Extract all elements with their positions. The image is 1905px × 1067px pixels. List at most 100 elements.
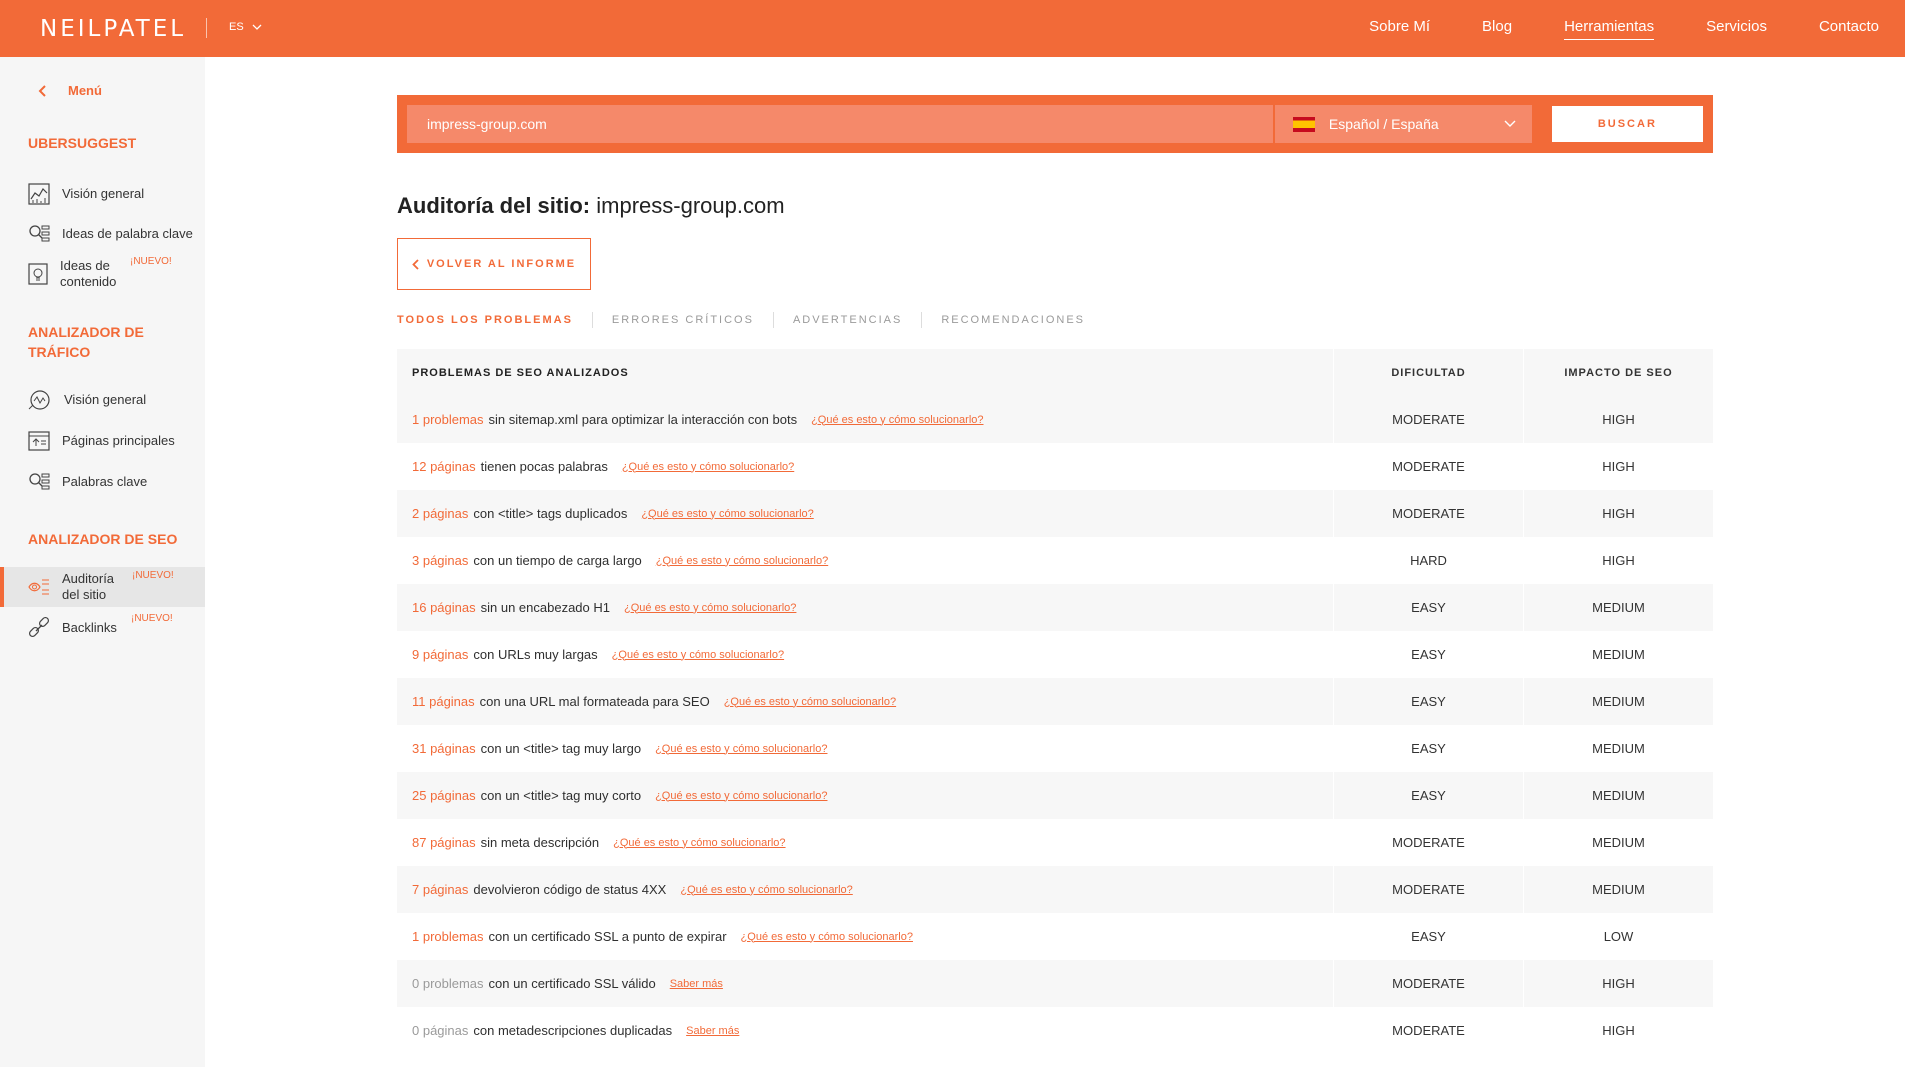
domain-search-input[interactable]	[407, 105, 1273, 143]
section-ubersuggest: UBERSUGGEST	[28, 135, 137, 151]
sidebar-item-label: Ideas de palabra clave	[62, 226, 193, 241]
issue-description: sin sitemap.xml para optimizar la intera…	[488, 412, 798, 427]
issue-count-link[interactable]: 2 páginas	[412, 506, 468, 521]
chevron-down-icon	[1504, 120, 1516, 127]
locale-label: Español / España	[1328, 116, 1439, 132]
issue-count-link[interactable]: 1 problemas	[412, 929, 484, 944]
issue-cell: 9 páginas con URLs muy largas ¿Qué es esto…	[397, 631, 1334, 678]
header-dificultad: DIFICULTAD	[1334, 349, 1524, 396]
page-title-domain: impress-group.com	[596, 193, 785, 218]
table-row: 7 páginas devolvieron código de status 4X…	[397, 866, 1713, 913]
sidebar-item-trafico-vision-general[interactable]: Visión general	[0, 385, 205, 415]
issue-count-link[interactable]: 31 páginas	[412, 741, 476, 756]
chevron-left-icon	[412, 258, 419, 270]
search-button[interactable]: Buscar	[1551, 106, 1703, 142]
issue-count-link[interactable]: 12 páginas	[412, 459, 476, 474]
locale-dropdown[interactable]: Español / España	[1274, 105, 1532, 143]
difficulty-cell: EASY	[1334, 913, 1524, 960]
issue-help-link[interactable]: ¿Qué es esto y cómo solucionarlo?	[724, 696, 896, 708]
difficulty-cell: MODERATE	[1334, 1007, 1524, 1054]
difficulty-cell: MODERATE	[1334, 866, 1524, 913]
impact-cell: HIGH	[1602, 976, 1635, 991]
issue-help-link[interactable]: Saber más	[670, 978, 723, 990]
issue-help-link[interactable]: ¿Qué es esto y cómo solucionarlo?	[741, 931, 913, 943]
language-selector[interactable]: ES	[229, 21, 262, 33]
menu-label: Menú	[68, 83, 102, 98]
issue-description: con metadescripciones duplicadas	[473, 1023, 673, 1038]
nav-servicios[interactable]: Servicios	[1706, 18, 1767, 39]
issue-cell: 2 páginas con <title> tags duplicados ¿Qué…	[397, 490, 1334, 537]
spain-flag-icon	[1292, 116, 1315, 132]
issue-cell: 0 páginas con metadescripciones duplicada…	[397, 1007, 1334, 1054]
issue-count-link[interactable]: 0 problemas	[412, 976, 484, 991]
issue-help-link[interactable]: ¿Qué es esto y cómo solucionarlo?	[612, 649, 784, 661]
sidebar-item-auditoria-sitio[interactable]: Auditoría del sitio ¡NUEVO!	[0, 567, 205, 607]
back-to-report-button[interactable]: VOLVER AL INFORME	[397, 238, 591, 290]
lang-divider	[206, 18, 207, 38]
impact-cell: HIGH	[1602, 506, 1635, 521]
table-row: 31 páginas con un <title> tag muy largo ¿Q…	[397, 725, 1713, 772]
site-audit-icon	[28, 579, 49, 595]
nav-sobre-mi[interactable]: Sobre Mí	[1369, 18, 1430, 39]
issue-count-link[interactable]: 11 páginas	[412, 694, 475, 709]
issue-description: con una URL mal formateada para SEO	[479, 694, 710, 709]
tab-recomendaciones[interactable]: RECOMENDACIONES	[921, 312, 1104, 328]
issue-description: con un certificado SSL válido	[488, 976, 656, 991]
table-row: 16 páginas sin un encabezado H1 ¿Qué es es…	[397, 584, 1713, 631]
issue-cell: 12 páginas tienen pocas palabras ¿Qué es e…	[397, 443, 1334, 490]
nav-contacto[interactable]: Contacto	[1819, 18, 1879, 39]
nav-blog[interactable]: Blog	[1482, 18, 1512, 39]
issue-help-link[interactable]: ¿Qué es esto y cómo solucionarlo?	[655, 743, 827, 755]
issue-count-link[interactable]: 9 páginas	[412, 647, 468, 662]
impact-cell: MEDIUM	[1592, 694, 1645, 709]
issue-description: tienen pocas palabras	[480, 459, 608, 474]
tab-todos-problemas[interactable]: TODOS LOS PROBLEMAS	[397, 312, 592, 328]
sidebar-item-ideas-contenido[interactable]: Ideas de contenido ¡NUEVO!	[0, 254, 205, 294]
issue-help-link[interactable]: ¿Qué es esto y cómo solucionarlo?	[624, 602, 796, 614]
difficulty-cell: EASY	[1334, 678, 1524, 725]
sidebar-item-backlinks[interactable]: Backlinks ¡NUEVO!	[0, 613, 205, 643]
nav-herramientas[interactable]: Herramientas	[1564, 18, 1655, 40]
tab-advertencias[interactable]: ADVERTENCIAS	[772, 312, 921, 328]
issue-help-link[interactable]: ¿Qué es esto y cómo solucionarlo?	[680, 884, 852, 896]
issue-count-link[interactable]: 3 páginas	[412, 553, 468, 568]
link-icon	[28, 617, 50, 638]
difficulty-cell: EASY	[1334, 772, 1524, 819]
menu-back-button[interactable]: Menú	[38, 83, 102, 98]
impact-cell: HIGH	[1602, 1023, 1635, 1038]
issue-count-link[interactable]: 1 problemas	[412, 412, 484, 427]
issue-count-link[interactable]: 87 páginas	[412, 835, 476, 850]
sidebar-item-vision-general[interactable]: Visión general	[0, 179, 205, 209]
sidebar-item-paginas-principales[interactable]: Páginas principales	[0, 426, 205, 456]
sidebar-item-label: Backlinks	[62, 620, 117, 635]
issue-description: con un <title> tag muy largo	[480, 741, 642, 756]
neilpatel-logo[interactable]: NEILPATEL	[40, 16, 186, 42]
tab-errores-criticos[interactable]: ERRORES CRÍTICOS	[591, 312, 773, 328]
issue-description: sin meta descripción	[480, 835, 600, 850]
difficulty-cell: MODERATE	[1334, 490, 1524, 537]
content-bulb-icon	[28, 263, 48, 285]
issue-count-link[interactable]: 7 páginas	[412, 882, 468, 897]
issue-count-link[interactable]: 0 páginas	[412, 1023, 468, 1038]
header-problemas: PROBLEMAS DE SEO ANALIZADOS	[397, 349, 1334, 396]
issue-help-link[interactable]: ¿Qué es esto y cómo solucionarlo?	[811, 414, 983, 426]
issue-description: con un tiempo de carga largo	[473, 553, 642, 568]
issue-cell: 16 páginas sin un encabezado H1 ¿Qué es es…	[397, 584, 1334, 631]
issue-help-link[interactable]: ¿Qué es esto y cómo solucionarlo?	[656, 555, 828, 567]
issue-help-link[interactable]: ¿Qué es esto y cómo solucionarlo?	[641, 508, 813, 520]
back-button-label: VOLVER AL INFORME	[426, 258, 577, 270]
issue-help-link[interactable]: ¿Qué es esto y cómo solucionarlo?	[613, 837, 785, 849]
issue-help-link[interactable]: Saber más	[686, 1025, 739, 1037]
section-analizador-trafico: ANALIZADOR DE TRÁFICO	[28, 324, 144, 360]
issue-count-link[interactable]: 25 páginas	[412, 788, 476, 803]
issue-help-link[interactable]: ¿Qué es esto y cómo solucionarlo?	[622, 461, 794, 473]
sidebar-item-ideas-palabra-clave[interactable]: Ideas de palabra clave	[0, 219, 205, 249]
issue-filter-tabs: TODOS LOS PROBLEMAS ERRORES CRÍTICOS ADV…	[397, 312, 1104, 328]
issue-help-link[interactable]: ¿Qué es esto y cómo solucionarlo?	[655, 790, 827, 802]
difficulty-cell: MODERATE	[1334, 819, 1524, 866]
difficulty-cell: MODERATE	[1334, 960, 1524, 1007]
table-row: 1 problemas sin sitemap.xml para optimiza…	[397, 396, 1713, 443]
sidebar-item-palabras-clave[interactable]: Palabras clave	[0, 467, 205, 497]
issue-cell: 31 páginas con un <title> tag muy largo ¿Q…	[397, 725, 1334, 772]
issue-count-link[interactable]: 16 páginas	[412, 600, 476, 615]
